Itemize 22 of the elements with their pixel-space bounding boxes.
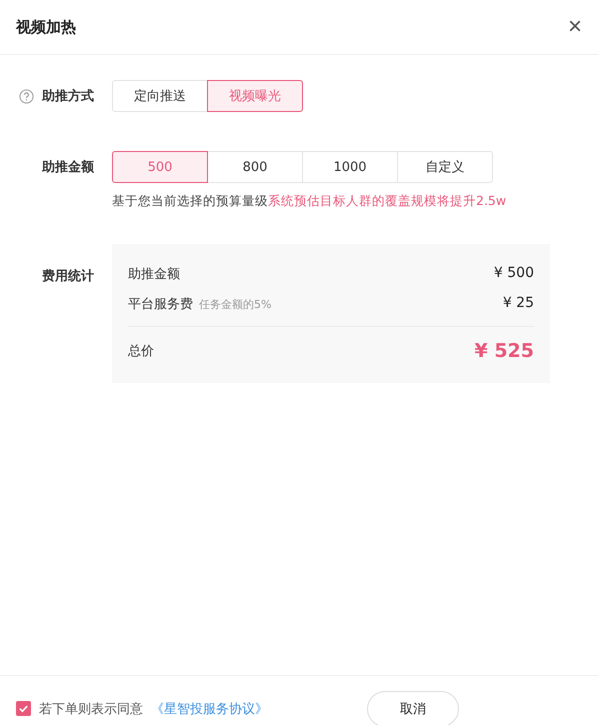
help-icon[interactable] <box>19 88 34 104</box>
field-label: 费用统计 <box>42 268 94 285</box>
dialog-title: 视频加热 <box>16 18 76 36</box>
total-value: ¥ 525 <box>474 340 534 362</box>
cost-item-note: 任务金额的5% <box>199 298 272 311</box>
amount-option[interactable]: 800 <box>207 151 303 183</box>
close-button[interactable]: × <box>568 15 582 39</box>
total-label: 总价 <box>128 343 154 360</box>
agree-text: 若下单则表示同意 <box>39 700 143 718</box>
cost-item-name: 平台服务费 <box>128 297 193 312</box>
checkmark-icon <box>18 703 29 714</box>
cost-item-name: 助推金额 <box>128 267 180 282</box>
agree-checkbox[interactable] <box>16 701 31 716</box>
field-label: 助推金额 <box>42 158 94 176</box>
field-label: 助推方式 <box>42 88 94 105</box>
cost-item-value: ¥ 25 <box>502 295 534 311</box>
amount-option[interactable]: 自定义 <box>397 151 493 183</box>
amount-option[interactable]: 1000 <box>302 151 398 183</box>
mode-option[interactable]: 定向推送 <box>112 80 208 112</box>
cost-item-value: ¥ 500 <box>494 265 534 281</box>
cancel-button[interactable]: 取消 <box>367 690 459 725</box>
estimate-hint: 基于您当前选择的预算量级系统预估目标人群的覆盖规模将提升2.5w <box>112 193 506 210</box>
